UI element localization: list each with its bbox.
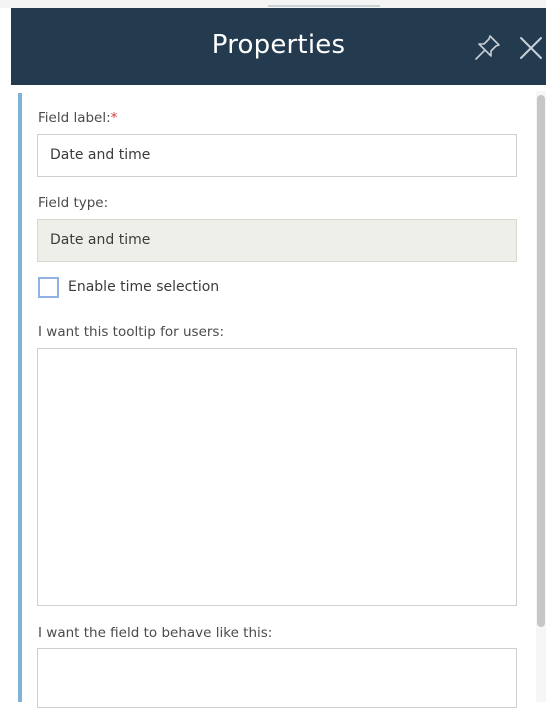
- close-icon[interactable]: [516, 33, 546, 63]
- top-tab-indicator: [268, 5, 380, 7]
- field-label-caption: Field label:*: [38, 110, 117, 126]
- close-icon-svg: [520, 37, 542, 59]
- field-label-caption-text: Field label:: [38, 110, 111, 126]
- field-type-value: Date and time: [37, 219, 517, 262]
- top-strip: [0, 0, 546, 8]
- panel-title: Properties: [211, 30, 346, 60]
- tooltip-caption: I want this tooltip for users:: [38, 324, 225, 340]
- properties-header: Properties: [11, 8, 546, 85]
- scrollbar-track[interactable]: [536, 91, 546, 702]
- accent-bar: [18, 93, 22, 702]
- pin-icon-svg: [475, 35, 500, 60]
- pin-icon[interactable]: [471, 32, 503, 64]
- enable-time-selection-checkbox[interactable]: [38, 277, 59, 298]
- behavior-textarea[interactable]: [37, 648, 517, 708]
- enable-time-selection-label[interactable]: Enable time selection: [68, 279, 219, 295]
- field-type-caption: Field type:: [38, 195, 109, 211]
- scrollbar-thumb[interactable]: [537, 95, 545, 627]
- field-label-input[interactable]: Date and time: [37, 134, 517, 177]
- properties-body: Field label:* Date and time Field type: …: [11, 85, 546, 708]
- tooltip-textarea[interactable]: [37, 348, 517, 606]
- behavior-caption: I want the field to behave like this:: [38, 625, 273, 641]
- required-marker: *: [110, 110, 118, 126]
